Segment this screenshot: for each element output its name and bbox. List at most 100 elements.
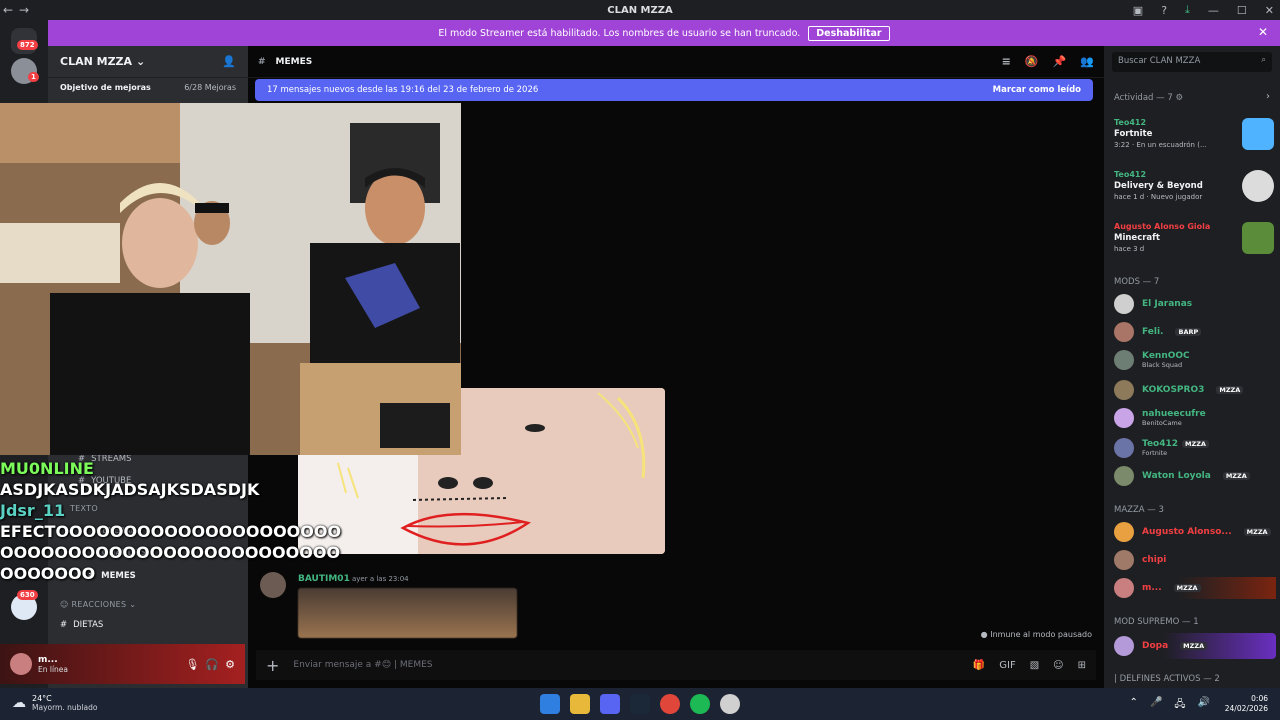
mic-muted-icon[interactable]: 🎙 [185,658,199,671]
overlay-chat-line: OOOOOOOOOOOOOOOOOOOOOOOOO [0,543,341,562]
clock-date: 24/02/2026 [1224,704,1268,713]
chrome-icon[interactable] [660,694,680,714]
user-status: En línea [38,664,69,674]
close-window-button[interactable]: ✕ [1265,4,1274,17]
disable-streamer-button[interactable]: Deshabilitar [808,25,890,41]
volume-icon[interactable]: 🔊 [1198,697,1210,714]
message-time: ayer a las 23:04 [352,575,409,583]
chevron-up-icon[interactable]: ⌃ [1130,697,1138,714]
minimize-button[interactable]: — [1208,4,1219,17]
spotify-icon[interactable] [690,694,710,714]
member-row[interactable]: Augusto Alonso... MZZA [1114,521,1276,543]
channel-dietas[interactable]: # DIETAS [60,620,103,630]
hash-icon: # [258,56,266,67]
boost-label: Objetivo de mejoras [60,82,151,92]
new-messages-text: 17 mensajes nuevos desde las 19:16 del 2… [267,85,539,95]
activity-card[interactable]: Teo412 Delivery & Beyond hace 1 d · Nuev… [1114,170,1274,202]
member-row[interactable]: chipi [1114,549,1276,571]
close-icon[interactable]: ✕ [1258,25,1268,39]
title-bar: ← → CLAN MZZA ▣ ? ⤓ — ☐ ✕ [0,0,1280,20]
user-name: m... [38,654,58,665]
forward-arrow-icon[interactable]: → [16,3,32,17]
file-explorer-icon[interactable] [570,694,590,714]
members-sidebar: Buscar CLAN MZZA ⌕ Actividad — 7 ⚙ › Teo… [1104,46,1280,688]
weather-condition: Mayorm. nublado [32,703,98,712]
gif-icon[interactable]: GIF [999,660,1015,671]
windows-start-icon[interactable] [540,694,560,714]
activity-card[interactable]: Augusto Alonso Giola Minecraft hace 3 d [1114,222,1274,254]
discord-icon[interactable] [600,694,620,714]
settings-gear-icon[interactable]: ⚙ [225,658,235,671]
back-arrow-icon[interactable]: ← [0,3,16,17]
channel-title: MEMES [275,56,313,67]
pin-icon[interactable]: 📌 [1053,55,1067,68]
user-panel: m... En línea 🎙 🎧 ⚙ [0,644,245,684]
maximize-button[interactable]: ☐ [1237,4,1247,17]
member-row[interactable]: nahueecufre BenitoCame [1114,407,1276,429]
inbox-icon[interactable]: ▣ [1133,4,1143,17]
activity-header: Actividad — 7 ⚙ [1114,93,1184,103]
taskbar: ☁ 24°C Mayorm. nublado ⌃ 🎤 🖧 🔊 0:06 24/0… [0,688,1280,720]
message-input[interactable]: Enviar mensaje a #😊 | MEMES [293,660,432,670]
game-icon [1242,170,1274,202]
activity-card[interactable]: Teo412 Fortnite 3:22 · En un escuadrón (… [1114,118,1274,150]
fortnite-icon [1242,118,1274,150]
notifications-muted-icon[interactable]: 🔕 [1025,55,1039,68]
emoji-icon[interactable]: ☺ [1053,660,1063,671]
app-icon[interactable] [720,694,740,714]
member-row[interactable]: Waton Loyola MZZA [1114,465,1276,487]
member-row[interactable]: KennOOC Black Squad [1114,349,1276,371]
threads-icon[interactable]: ≡ [1002,55,1011,68]
members-list-icon[interactable]: 👥 [1080,55,1094,68]
clock-time: 0:06 [1251,694,1268,703]
server-header[interactable]: CLAN MZZA ⌄ 👤 [48,46,248,78]
overlay-chat-line: MU0NLINE [0,459,94,478]
headset-muted-icon[interactable]: 🎧 [205,658,219,671]
channel-header: # MEMES ≡ 🔕 📌 👥 [248,46,1104,78]
mark-read-button[interactable]: Marcar como leído [993,85,1081,95]
banner-text: El modo Streamer está habilitado. Los no… [438,27,801,39]
member-row[interactable]: Feli. BARP [1114,321,1276,343]
minecraft-icon [1242,222,1274,254]
streamer-mode-banner: El modo Streamer está habilitado. Los no… [48,20,1280,46]
member-row[interactable]: El Jaranas [1114,293,1276,315]
supremo-header: MOD SUPREMO — 1 [1114,617,1199,627]
boost-progress: 6/28 Mejoras [184,82,236,92]
member-row[interactable]: m... MZZA [1114,577,1276,599]
help-icon[interactable]: ? [1161,4,1167,17]
apps-icon[interactable]: ⊞ [1078,660,1086,671]
chevron-right-icon[interactable]: › [1266,91,1270,102]
member-row[interactable]: KOKOSPRO3 MZZA [1114,379,1276,401]
new-messages-bar[interactable]: 17 mensajes nuevos desde las 19:16 del 2… [255,79,1093,101]
taskbar-apps [540,694,740,714]
boost-goal[interactable]: Objetivo de mejoras 6/28 Mejoras [48,78,248,96]
window-title: CLAN MZZA [607,4,673,16]
mods-header: MODS — 7 [1114,277,1160,287]
overlay-chat-line: Jdsr_11 [0,501,66,520]
gift-icon[interactable]: 🎁 [973,660,985,671]
add-friend-icon[interactable]: 👤 [222,55,236,68]
avatar[interactable] [10,653,32,675]
blurred-attachment[interactable] [298,588,517,638]
webcam-overlay [0,103,461,455]
member-row[interactable]: Dopa MZZA [1114,633,1276,659]
overlay-chat-line: EFECTOOOOOOOOOOOOOOOOOOOOO [0,522,342,541]
overlay-chat-line: OOOOOOO [0,564,96,583]
steam-icon[interactable] [630,694,650,714]
add-attachment-icon[interactable]: + [266,656,279,675]
server-badge-2: 630 [17,590,38,600]
category-reacciones[interactable]: ☺ REACCIONES ⌄ [60,600,136,609]
member-row[interactable]: Teo412 MZZA Fortnite [1114,437,1276,459]
server-badge: 1 [28,72,39,82]
delfines-header: | DELFINES ACTIVOS — 2 [1114,674,1220,684]
microphone-icon[interactable]: 🎤 [1150,697,1162,714]
message-composer[interactable]: + Enviar mensaje a #😊 | MEMES 🎁 GIF ▧ ☺ … [256,650,1096,680]
sticker-icon[interactable]: ▧ [1030,660,1039,671]
network-icon[interactable]: 🖧 [1174,697,1185,714]
overlay-chat-line: ASDJKASDKJADSAJKSDASDJK [0,480,260,499]
weather-widget[interactable]: ☁ 24°C Mayorm. nublado [12,694,97,712]
clock[interactable]: 0:06 24/02/2026 [1225,694,1268,714]
download-icon[interactable]: ⤓ [1185,3,1190,17]
cloud-icon: ☁ [12,695,26,711]
search-input[interactable]: Buscar CLAN MZZA ⌕ [1112,52,1272,72]
